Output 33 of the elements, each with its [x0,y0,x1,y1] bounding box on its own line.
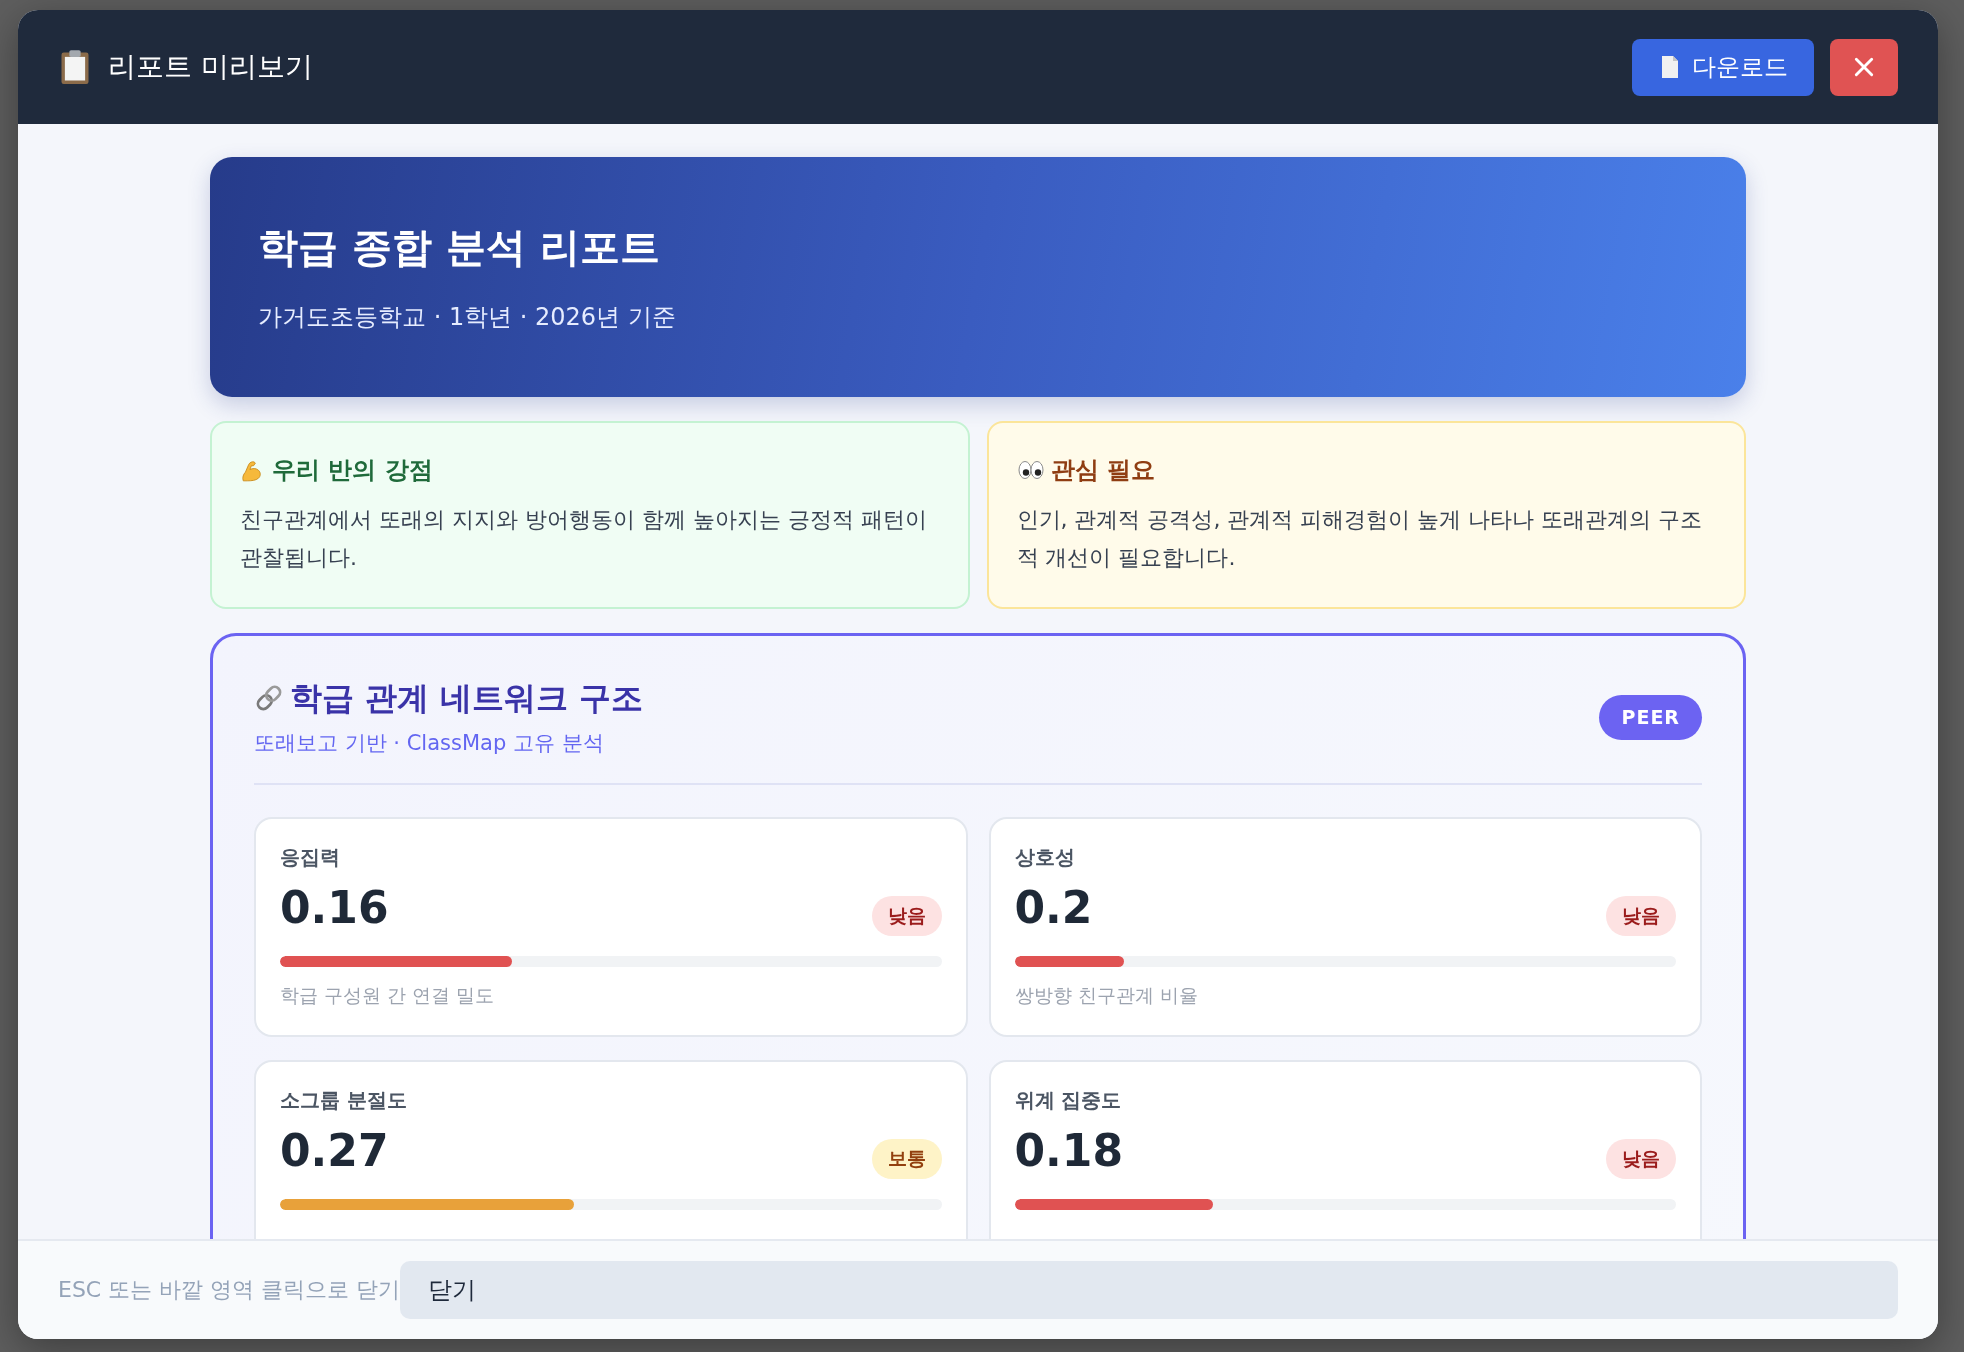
highlight-text: 친구관계에서 또래의 지지와 방어행동이 함께 높아지는 긍정적 패턴이 관찰됩니다. [240,506,928,572]
metric-value: 0.16 [280,884,389,932]
metric-description: 쌍방향 친구관계 비율 [1014,983,1199,1008]
metric-description: 학급 구성원 간 연결 밀도 [280,983,496,1008]
metric-value: 0.2 [1014,884,1093,932]
report-title: 학급 종합 분석 리포트 [258,223,661,272]
metric-value: 0.27 [280,1127,389,1175]
clipboard-icon [60,49,90,85]
highlight-title: 관심 필요 [1050,455,1155,486]
highlight-title: 우리 반의 강점 [272,455,433,486]
metric-label: 소그룹 분절도 [280,1087,408,1114]
download-button[interactable]: 다운로드 [1632,38,1814,96]
close-button[interactable] [1830,38,1898,96]
status-badge: 낮음 [1606,1139,1676,1179]
close-text-button[interactable]: 닫기 [400,1261,1898,1319]
report-subtitle: 가거도초등학교 · 1학년 · 2026년 기준 [258,302,677,333]
document-icon [1660,55,1680,79]
eyes-icon [1016,460,1045,480]
metric-value: 0.18 [1014,1127,1124,1175]
metric-label: 응집력 [280,844,341,871]
status-badge: 낮음 [1606,896,1676,936]
source-badge: PEER [1599,694,1702,740]
highlight-text: 인기, 관계적 공격성, 관계적 피해경험이 높게 나타나 또래관계의 구조적 개선이 필요합니다. [1016,506,1704,572]
footer-hint: ESC 또는 바깥 영역 클릭으로 닫기 [58,1276,401,1304]
network-subtitle: 또래보고 기반 · ClassMap 고유 분석 [254,730,605,757]
dialog-title: 리포트 미리보기 [108,49,313,85]
network-title: 학급 관계 네트워크 구조 [290,678,644,719]
metric-label: 상호성 [1014,844,1076,871]
metric-label: 위계 집중도 [1014,1087,1123,1114]
status-badge: 낮음 [871,896,942,936]
link-icon [254,683,284,713]
close-icon [1853,56,1875,78]
status-badge: 보통 [871,1139,942,1179]
